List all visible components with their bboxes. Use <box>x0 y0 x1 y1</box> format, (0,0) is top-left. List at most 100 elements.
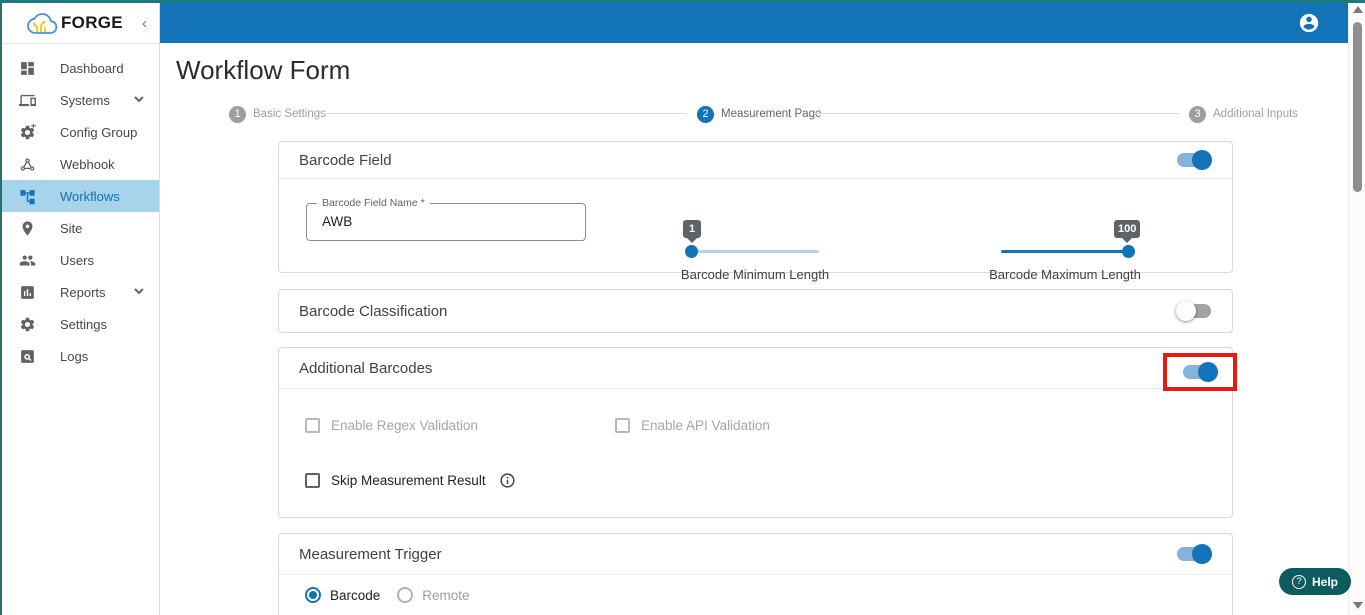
checkbox-label: Enable API Validation <box>641 418 770 433</box>
sidebar-item-label: Systems <box>60 92 110 108</box>
step-number: 1 <box>229 105 246 123</box>
slider-value-badge: 1 <box>683 220 701 243</box>
input-value: AWB <box>322 214 353 229</box>
sidebar-item-label: Site <box>60 220 83 236</box>
sidebar-item-label: Dashboard <box>60 60 124 76</box>
sidebar-item-label: Reports <box>60 284 106 300</box>
account-icon[interactable] <box>1298 12 1320 34</box>
scrollbar-thumb[interactable] <box>1353 22 1362 192</box>
sidebar-item-systems[interactable]: Systems <box>0 84 159 116</box>
site-icon <box>22 220 33 236</box>
toggle-thumb <box>1198 362 1218 382</box>
remote-radio[interactable] <box>397 587 414 603</box>
stepper-connector <box>323 113 687 114</box>
enable-regex-validation-checkbox[interactable]: Enable Regex Validation <box>305 418 478 433</box>
help-label: Help <box>1312 574 1339 589</box>
sidebar-item-dashboard[interactable]: Dashboard <box>0 52 159 84</box>
app-bar <box>160 3 1348 43</box>
sidebar-nav: Dashboard Systems Config Group Webhook W… <box>0 44 159 372</box>
sidebar-item-label: Users <box>60 252 94 268</box>
systems-icon <box>19 94 36 106</box>
sidebar-item-logs[interactable]: Logs <box>0 340 159 372</box>
help-button[interactable]: ? Help <box>1279 568 1352 595</box>
page-title: Workflow Form <box>176 55 351 85</box>
slider-track[interactable] <box>691 250 819 253</box>
config-group-icon <box>20 123 36 139</box>
sidebar-item-config-group[interactable]: Config Group <box>0 116 159 148</box>
barcode-classification-card: Barcode Classification <box>278 289 1233 333</box>
checkbox-icon[interactable] <box>615 418 630 433</box>
step-label: Additional Inputs <box>1213 108 1299 120</box>
step-additional-inputs[interactable]: 3 Additional Inputs <box>1189 105 1298 123</box>
reports-icon <box>21 285 34 299</box>
card-title: Measurement Trigger <box>299 545 442 563</box>
card-header: Measurement Trigger <box>279 534 1232 575</box>
checkbox-icon[interactable] <box>305 418 320 433</box>
step-label: Basic Settings <box>253 108 326 120</box>
workflows-icon <box>20 189 35 204</box>
barcode-field-name-input[interactable]: Barcode Field Name * AWB <box>306 197 586 241</box>
toggle-thumb <box>1176 301 1196 321</box>
card-header: Additional Barcodes <box>279 348 1232 389</box>
step-number: 2 <box>697 105 714 123</box>
sidebar-item-label: Logs <box>60 348 89 364</box>
slider-thumb[interactable] <box>1122 245 1135 258</box>
step-basic-settings[interactable]: 1 Basic Settings <box>229 105 326 123</box>
toggle-thumb <box>1192 150 1212 170</box>
info-icon[interactable] <box>499 472 516 489</box>
sidebar-header: FORGE ‹ <box>0 3 159 44</box>
sidebar-item-settings[interactable]: Settings <box>0 308 159 340</box>
measurement-trigger-card: Measurement Trigger Barcode Remote <box>278 533 1233 615</box>
users-icon <box>19 255 36 265</box>
card-header: Barcode Field <box>279 142 1232 179</box>
sidebar-item-label: Webhook <box>60 156 115 172</box>
step-number: 3 <box>1189 105 1206 123</box>
scroll-up-icon[interactable] <box>1353 6 1363 13</box>
barcode-radio[interactable] <box>305 587 321 603</box>
scroll-down-icon[interactable] <box>1353 602 1363 609</box>
slider-label: Barcode Maximum Length <box>989 267 1141 282</box>
window-left-edge <box>0 0 2 615</box>
step-label: Measurement Page <box>721 108 822 120</box>
radio-label: Remote <box>422 587 470 603</box>
card-title: Barcode Field <box>299 151 392 169</box>
sidebar-item-workflows[interactable]: Workflows <box>0 180 159 212</box>
checkbox-icon[interactable] <box>305 473 320 488</box>
skip-measurement-result-checkbox[interactable]: Skip Measurement Result <box>305 472 516 489</box>
sidebar-collapse-icon[interactable]: ‹ <box>142 16 147 31</box>
sidebar-item-label: Workflows <box>60 188 120 204</box>
forge-cloud-logo-icon <box>27 13 58 34</box>
sidebar-item-site[interactable]: Site <box>0 212 159 244</box>
main-content: Workflow Form 1 Basic Settings 2 Measure… <box>161 43 1348 615</box>
slider-thumb[interactable] <box>685 245 698 258</box>
chevron-down-icon[interactable] <box>133 285 145 300</box>
question-icon: ? <box>1292 574 1306 589</box>
barcode-classification-toggle[interactable] <box>1176 301 1212 321</box>
logo-text: FORGE <box>61 13 123 32</box>
card-header: Barcode Classification <box>279 290 1232 332</box>
slider-value-badge: 100 <box>1114 220 1141 243</box>
enable-api-validation-checkbox[interactable]: Enable API Validation <box>615 418 770 433</box>
sidebar: FORGE ‹ Dashboard Systems Config Group W… <box>0 3 160 615</box>
sidebar-item-users[interactable]: Users <box>0 244 159 276</box>
sidebar-item-label: Settings <box>60 316 107 332</box>
chevron-down-icon[interactable] <box>133 93 145 108</box>
step-measurement-page[interactable]: 2 Measurement Page <box>697 105 821 123</box>
stepper-connector <box>814 113 1180 114</box>
window-top-strip <box>0 0 1365 3</box>
additional-barcodes-card: Additional Barcodes Enable Regex Validat… <box>278 347 1237 518</box>
logs-icon <box>21 349 34 363</box>
checkbox-label: Skip Measurement Result <box>331 473 486 488</box>
sidebar-item-label: Config Group <box>60 124 138 140</box>
sidebar-item-webhook[interactable]: Webhook <box>0 148 159 180</box>
sidebar-item-reports[interactable]: Reports <box>0 276 159 308</box>
barcode-field-card: Barcode Field Barcode Field Name * AWB 1… <box>278 141 1233 282</box>
highlight-annotation-box <box>1163 353 1237 391</box>
barcode-field-toggle[interactable] <box>1176 150 1212 170</box>
trigger-radio-group: Barcode Remote <box>305 587 470 603</box>
measurement-trigger-toggle[interactable] <box>1176 544 1212 564</box>
checkbox-label: Enable Regex Validation <box>331 418 478 433</box>
slider-track[interactable] <box>1001 250 1129 253</box>
additional-barcodes-toggle[interactable] <box>1182 362 1218 382</box>
vertical-scrollbar[interactable] <box>1348 0 1365 615</box>
